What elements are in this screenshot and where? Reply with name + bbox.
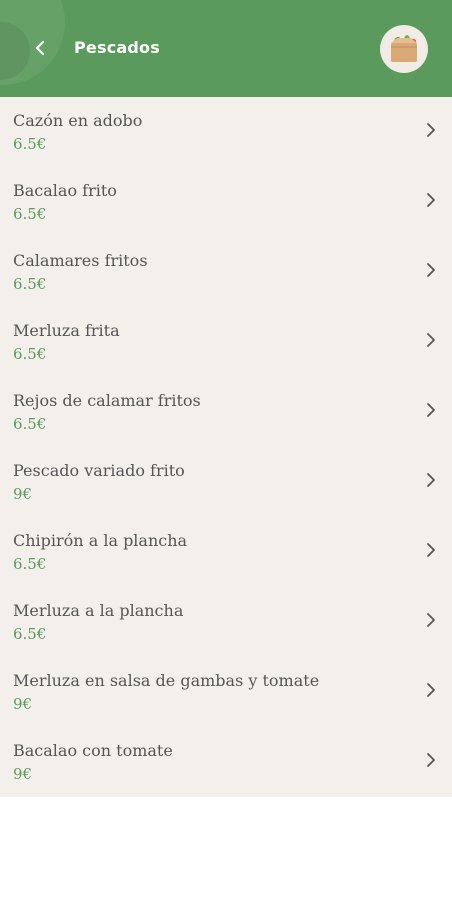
- item-price: 9€: [13, 485, 33, 503]
- item-name: Chipirón a la plancha: [13, 531, 188, 550]
- chevron-right-icon: [427, 683, 435, 697]
- item-name: Bacalao con tomate: [13, 741, 173, 760]
- list-item[interactable]: Pescado variado frito 9€: [0, 447, 452, 517]
- app-header: Pescados: [0, 0, 452, 97]
- item-price: 6.5€: [13, 275, 47, 293]
- chevron-right-icon: [427, 263, 435, 277]
- chevron-right-icon: [427, 473, 435, 487]
- cart-button[interactable]: [380, 25, 428, 73]
- chevron-right-icon: [427, 193, 435, 207]
- item-name: Merluza a la plancha: [13, 601, 184, 620]
- item-price: 9€: [13, 765, 33, 783]
- list-item[interactable]: Merluza a la plancha 6.5€: [0, 587, 452, 657]
- list-item[interactable]: Calamares fritos 6.5€: [0, 237, 452, 307]
- item-name: Merluza frita: [13, 321, 120, 340]
- back-button[interactable]: [28, 36, 52, 60]
- chevron-right-icon: [427, 403, 435, 417]
- grocery-bag-icon: [391, 35, 417, 62]
- page-title: Pescados: [74, 38, 160, 57]
- item-name: Merluza en salsa de gambas y tomate: [13, 671, 320, 690]
- chevron-left-icon: [35, 40, 45, 56]
- item-name: Rejos de calamar fritos: [13, 391, 201, 410]
- product-list: Cazón en adobo 6.5€ Bacalao frito 6.5€ Calam…: [0, 97, 452, 797]
- item-name: Calamares fritos: [13, 251, 148, 270]
- chevron-right-icon: [427, 613, 435, 627]
- list-item[interactable]: Bacalao frito 6.5€: [0, 167, 452, 237]
- chevron-right-icon: [427, 123, 435, 137]
- list-item[interactable]: Chipirón a la plancha 6.5€: [0, 517, 452, 587]
- chevron-right-icon: [427, 753, 435, 767]
- item-name: Pescado variado frito: [13, 461, 185, 480]
- item-price: 6.5€: [13, 205, 47, 223]
- item-name: Bacalao frito: [13, 181, 117, 200]
- list-item[interactable]: Rejos de calamar fritos 6.5€: [0, 377, 452, 447]
- item-price: 6.5€: [13, 135, 47, 153]
- list-item[interactable]: Merluza frita 6.5€: [0, 307, 452, 377]
- list-item[interactable]: Bacalao con tomate 9€: [0, 727, 452, 797]
- list-item[interactable]: Cazón en adobo 6.5€: [0, 97, 452, 167]
- list-item[interactable]: Merluza en salsa de gambas y tomate 9€: [0, 657, 452, 727]
- item-price: 9€: [13, 695, 33, 713]
- item-name: Cazón en adobo: [13, 111, 143, 130]
- item-price: 6.5€: [13, 345, 47, 363]
- chevron-right-icon: [427, 333, 435, 347]
- item-price: 6.5€: [13, 625, 47, 643]
- item-price: 6.5€: [13, 555, 47, 573]
- item-price: 6.5€: [13, 415, 47, 433]
- chevron-right-icon: [427, 543, 435, 557]
